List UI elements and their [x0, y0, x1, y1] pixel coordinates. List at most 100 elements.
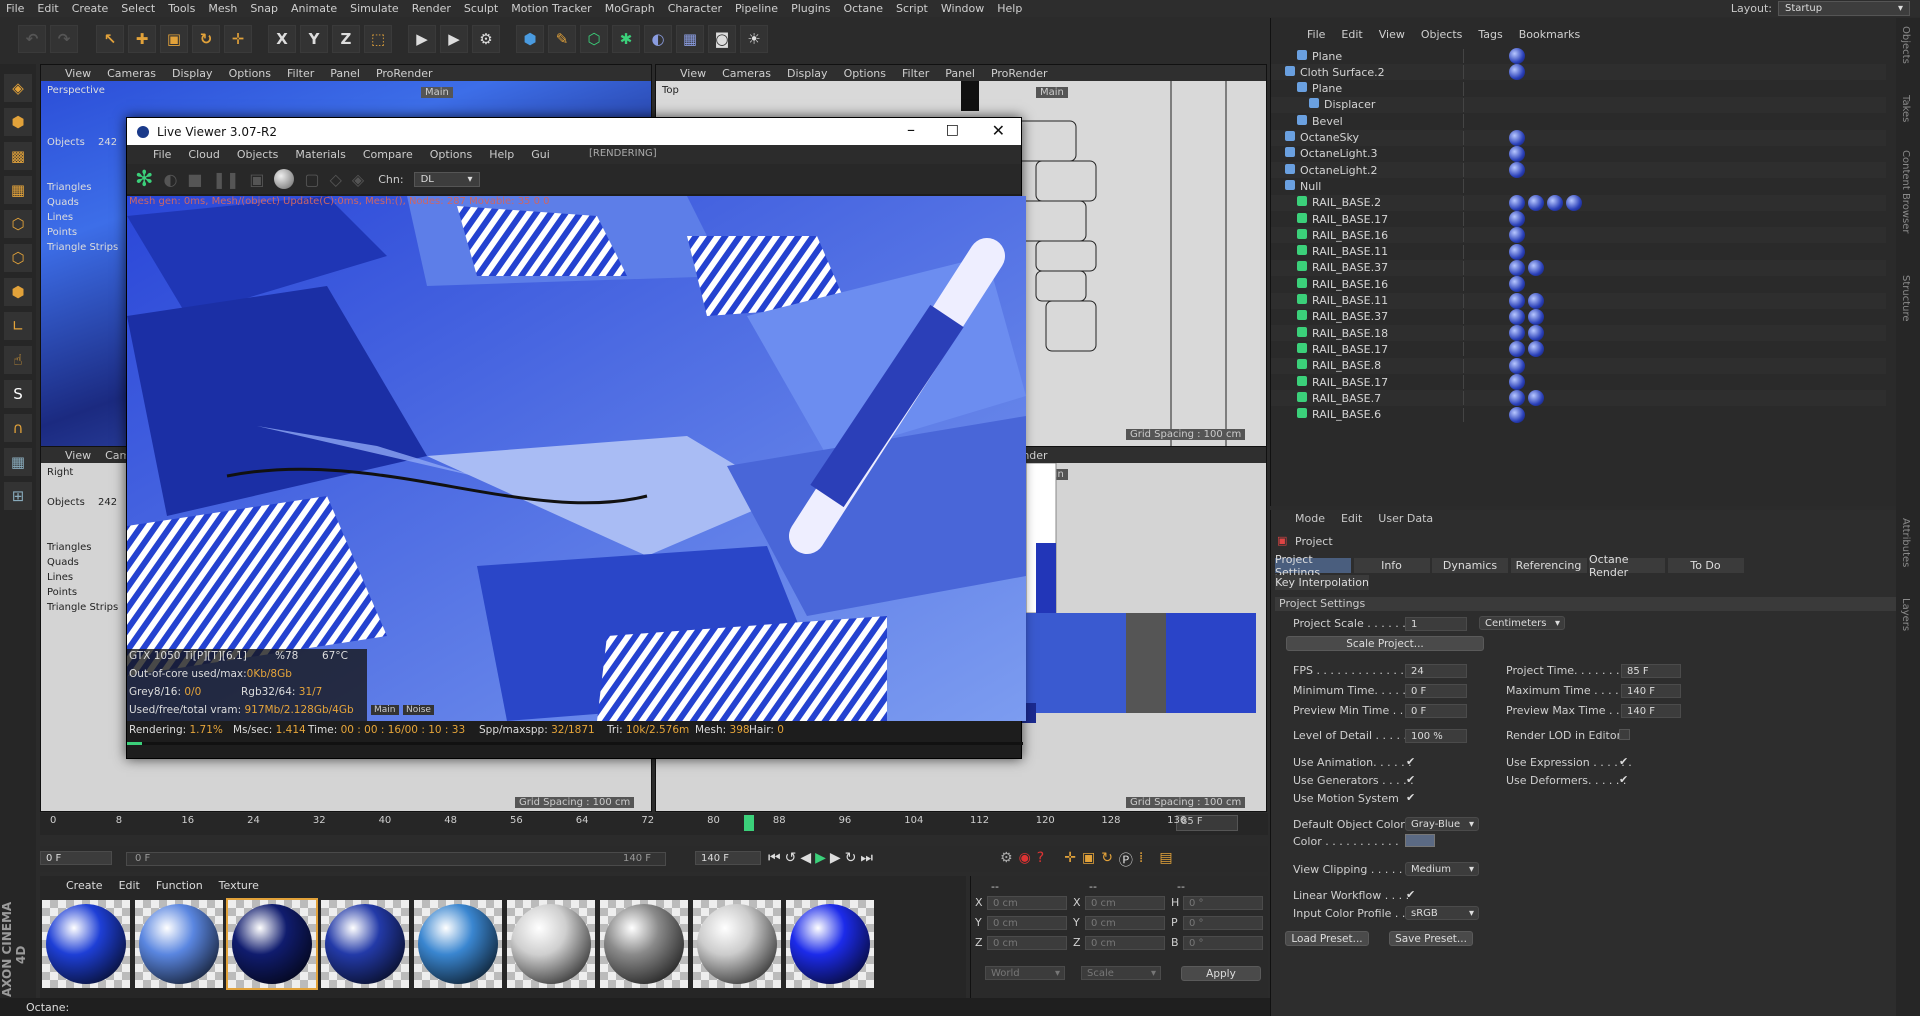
- viewport-menu-prorender[interactable]: ProRender: [376, 67, 433, 80]
- lv-menu-options[interactable]: Options: [430, 148, 472, 161]
- object-row[interactable]: RAIL_BASE.37: [1271, 308, 1886, 325]
- menu-mograph[interactable]: MoGraph: [605, 2, 655, 15]
- side-tab-structure[interactable]: Structure: [1900, 275, 1911, 322]
- default-color-dropdown[interactable]: Gray-Blue ▾: [1405, 817, 1479, 831]
- y-axis-icon[interactable]: Y: [300, 25, 328, 53]
- om-menu-objects[interactable]: Objects: [1421, 28, 1463, 41]
- subdivision-icon[interactable]: ⬡: [580, 25, 608, 53]
- visibility-toggle[interactable]: [1463, 212, 1503, 226]
- visibility-toggle[interactable]: [1463, 65, 1503, 80]
- material-tag-icon[interactable]: [1509, 162, 1525, 179]
- object-row[interactable]: RAIL_BASE.11: [1271, 243, 1886, 260]
- visibility-toggle[interactable]: [1463, 260, 1503, 275]
- material-tag-icon[interactable]: [1566, 194, 1582, 211]
- material-tag-icon[interactable]: [1509, 145, 1525, 162]
- side-tab-takes[interactable]: Takes: [1900, 95, 1911, 122]
- material-tag-icon[interactable]: [1528, 325, 1544, 342]
- material-tag-icon[interactable]: [1509, 227, 1525, 244]
- use-deformers-checkbox[interactable]: ✔: [1619, 773, 1628, 786]
- material-tag-icon[interactable]: [1509, 129, 1525, 146]
- position-field[interactable]: 0 cm: [987, 916, 1067, 930]
- rotation-key-icon[interactable]: ↻: [1101, 850, 1113, 870]
- material-tag-icon[interactable]: [1509, 276, 1525, 293]
- menu-edit[interactable]: Edit: [37, 2, 58, 15]
- axis-mode-icon[interactable]: ∟: [4, 312, 32, 340]
- object-row[interactable]: RAIL_BASE.2: [1271, 194, 1886, 211]
- visibility-toggle[interactable]: [1463, 309, 1503, 324]
- visibility-toggle[interactable]: [1463, 49, 1503, 63]
- point-level-icon[interactable]: ⁞: [1139, 850, 1143, 870]
- region-icon[interactable]: ▢: [304, 170, 319, 189]
- visibility-toggle[interactable]: [1463, 146, 1503, 161]
- material-swatch[interactable]: [321, 900, 409, 988]
- object-row[interactable]: OctaneLight.3: [1271, 145, 1886, 162]
- tab-dynamics[interactable]: Dynamics: [1432, 558, 1508, 573]
- material-tag-icon[interactable]: [1509, 325, 1525, 342]
- size-field[interactable]: 0 cm: [1085, 936, 1165, 950]
- menu-window[interactable]: Window: [941, 2, 984, 15]
- playhead[interactable]: [744, 815, 755, 831]
- material-tag-icon[interactable]: [1509, 390, 1525, 407]
- mat-menu-function[interactable]: Function: [156, 879, 203, 892]
- live-select-icon[interactable]: ↖: [96, 25, 124, 53]
- visibility-toggle[interactable]: [1463, 277, 1503, 292]
- coordinate-system-icon[interactable]: ⬚: [364, 25, 392, 53]
- lod-field[interactable]: 100 %: [1405, 729, 1467, 743]
- layout-dropdown[interactable]: Startup ▾: [1778, 1, 1910, 16]
- object-row[interactable]: RAIL_BASE.16: [1271, 276, 1886, 293]
- pause-icon[interactable]: ❚❚: [213, 170, 240, 189]
- object-row[interactable]: Bevel: [1271, 113, 1886, 130]
- object-row[interactable]: RAIL_BASE.8: [1271, 357, 1886, 374]
- object-row[interactable]: RAIL_BASE.17: [1271, 341, 1886, 358]
- material-preview-icon[interactable]: [274, 169, 295, 189]
- side-tab-objects[interactable]: Objects: [1900, 26, 1911, 64]
- material-tag-icon[interactable]: [1509, 259, 1525, 276]
- maximize-icon[interactable]: □: [946, 122, 959, 138]
- menu-help[interactable]: Help: [997, 2, 1022, 15]
- visibility-toggle[interactable]: [1463, 228, 1503, 243]
- minimize-icon[interactable]: –: [907, 120, 915, 139]
- make-editable-icon[interactable]: ◈: [4, 74, 32, 102]
- visibility-toggle[interactable]: [1463, 407, 1503, 422]
- use-motion-checkbox[interactable]: ✔: [1406, 791, 1415, 804]
- viewport-menu-cameras[interactable]: Cameras: [722, 67, 771, 80]
- object-row[interactable]: Cloth Surface.2: [1271, 64, 1886, 81]
- units-dropdown[interactable]: Centimeters ▾: [1479, 616, 1565, 630]
- object-row[interactable]: OctaneSky: [1271, 129, 1886, 146]
- use-expression-checkbox[interactable]: ✔: [1619, 755, 1628, 768]
- material-tag-icon[interactable]: [1509, 406, 1525, 423]
- viewport-menu-filter[interactable]: Filter: [902, 67, 929, 80]
- visibility-toggle[interactable]: [1463, 342, 1503, 357]
- mat-menu-edit[interactable]: Edit: [119, 879, 140, 892]
- deformer-icon[interactable]: ◐: [644, 25, 672, 53]
- material-swatch[interactable]: [414, 900, 502, 988]
- menu-script[interactable]: Script: [896, 2, 928, 15]
- tab-key-interpolation[interactable]: Key Interpolation: [1275, 575, 1369, 590]
- material-tag-icon[interactable]: [1509, 341, 1525, 358]
- object-row[interactable]: Plane: [1271, 48, 1886, 64]
- viewport-menu-display[interactable]: Display: [787, 67, 828, 80]
- tab-main[interactable]: Main: [371, 705, 399, 715]
- material-tag-icon[interactable]: [1509, 194, 1525, 211]
- size-field[interactable]: 0 cm: [1085, 896, 1165, 910]
- tab-octane-render[interactable]: Octane Render: [1589, 553, 1665, 579]
- object-row[interactable]: RAIL_BASE.18: [1271, 325, 1886, 342]
- material-tag-icon[interactable]: [1528, 292, 1544, 309]
- viewport-menu-panel[interactable]: Panel: [945, 67, 975, 80]
- use-animation-checkbox[interactable]: ✔: [1406, 755, 1415, 768]
- grid-snap-icon[interactable]: ▦: [4, 448, 32, 476]
- input-color-profile-dropdown[interactable]: sRGB ▾: [1405, 906, 1479, 920]
- cloner-icon[interactable]: ✱: [612, 25, 640, 53]
- preview-max-field[interactable]: 140 F: [1621, 704, 1681, 718]
- visibility-toggle[interactable]: [1463, 114, 1503, 129]
- am-menu-user-data[interactable]: User Data: [1378, 512, 1433, 525]
- visibility-toggle[interactable]: [1463, 97, 1503, 112]
- close-icon[interactable]: ✕: [992, 121, 1005, 140]
- mat-menu-create[interactable]: Create: [66, 879, 103, 892]
- object-row[interactable]: RAIL_BASE.7: [1271, 390, 1886, 407]
- render-view-icon[interactable]: ▶: [408, 25, 436, 53]
- view-clipping-dropdown[interactable]: Medium ▾: [1405, 862, 1479, 876]
- material-tag-icon[interactable]: [1509, 374, 1525, 390]
- max-time-field[interactable]: 140 F: [1621, 684, 1681, 698]
- light-icon[interactable]: ☀: [740, 25, 768, 53]
